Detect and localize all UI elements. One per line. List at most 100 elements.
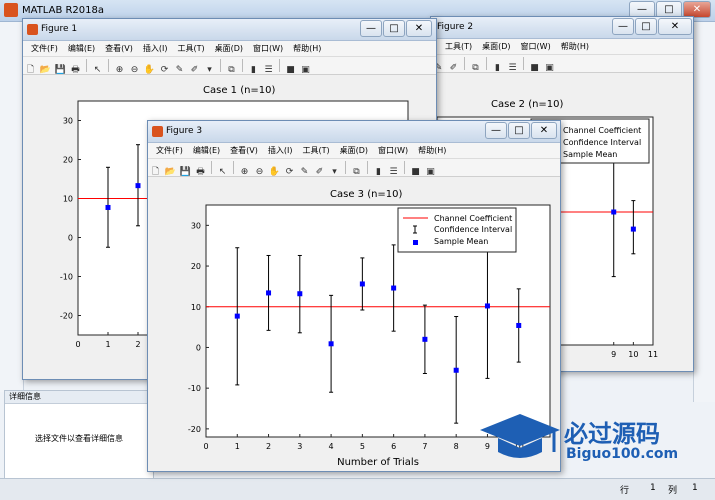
menu-item-3[interactable]: 插入(I) [263,143,298,158]
x-tick-label: 3 [297,442,302,451]
mean-marker [630,226,636,232]
mean-marker [422,336,428,342]
x-tick-label: 6 [391,442,396,451]
y-tick-label: -20 [188,425,201,434]
menu-item-6[interactable]: 窗口(W) [373,143,413,158]
figure-3-window-buttons: — □ ✕ [484,122,557,140]
mean-marker [234,313,240,319]
x-tick-label: 7 [422,442,427,451]
figure-2-legend-ci: Confidence Interval [563,138,641,147]
figure-2-window-title: Figure 2 [437,22,474,32]
figure-1-title-bar: Figure 1 — □ ✕ [23,19,436,41]
minimize-button[interactable]: — [485,122,507,139]
menu-item-0[interactable]: 文件(F) [23,41,63,56]
y-tick-label: -20 [60,312,73,321]
figure-icon [152,126,163,137]
mean-marker [135,183,141,189]
y-tick-label: 20 [63,156,73,165]
figure-3-menu-bar: 文件(F) 编辑(E) 查看(V) 插入(I) 工具(T) 桌面(D) 窗口(W) 帮助(H) [148,143,560,159]
menu-window[interactable]: 窗口(W) [516,39,556,54]
details-header: 详细信息 [5,391,153,404]
x-tick-label: 4 [329,442,334,451]
menu-item-2[interactable]: 查看(V) [100,41,138,56]
menu-item-5[interactable]: 桌面(D) [210,41,248,56]
figure-3-legend: Channel Coefficient Confidence Interval … [397,207,517,253]
mean-marker [328,341,334,347]
toolbar-separator [211,161,212,174]
legend-channel: Channel Coefficient [434,214,512,223]
close-button[interactable]: ✕ [406,20,432,37]
figure-1-toolbar: 🗋 📂 💾 🖶 ↖ ⊕ ⊖ ✋ ⟳ ✎ ✐ ▾ ⧉ ▮ ☰ ■ ▣ [23,57,436,75]
menu-tools[interactable]: 工具(T) [431,39,477,54]
menu-item-5[interactable]: 桌面(D) [335,143,373,158]
x-tick-label: 1 [235,442,240,451]
minimize-button[interactable]: — [360,20,382,37]
toolbar-separator [242,59,243,72]
menu-item-4[interactable]: 工具(T) [297,143,334,158]
status-bar: 行 1 列 1 [0,478,715,500]
y-tick-label: 20 [191,262,201,271]
watermark-logo: 必过源码 Biguo100.com [478,408,700,470]
x-tick-label: 10 [628,350,638,359]
figure-2-title-bar: Figure 2 — □ ✕ [431,17,693,39]
menu-help[interactable]: 帮助(H) [556,39,594,54]
menu-item-7[interactable]: 帮助(H) [288,41,326,56]
matlab-window-title: MATLAB R2018a [22,5,105,16]
legend-mean: Sample Mean [434,237,488,246]
figure-1-window-buttons: — □ ✕ [359,20,432,38]
close-button[interactable]: ✕ [531,122,557,139]
x-tick-label: 1 [105,340,110,349]
menu-desktop[interactable]: 桌面(D) [477,39,515,54]
figure-3-toolbar: 🗋 📂 💾 🖶 ↖ ⊕ ⊖ ✋ ⟳ ✎ ✐ ▾ ⧉ ▮ ☰ ■ ▣ [148,159,560,177]
x-tick-label: 2 [266,442,271,451]
y-tick-label: -10 [188,384,201,393]
menu-item-2[interactable]: 查看(V) [225,143,263,158]
maximize-button[interactable]: □ [383,20,405,37]
y-tick-label: 30 [63,117,73,126]
mean-marker [453,367,459,373]
figure-1-plot-title: Case 1 (n=10) [203,85,276,96]
menu-item-4[interactable]: 工具(T) [172,41,209,56]
figure-2-plot-title: Case 2 (n=10) [491,99,564,110]
minimize-button[interactable]: — [612,18,634,35]
y-tick-label: 30 [191,221,201,230]
mean-marker [484,303,490,309]
figure-2-legend-channel: Channel Coefficient [563,126,641,135]
y-tick-label: 0 [196,343,201,352]
y-tick-label: -10 [60,273,73,282]
legend-ci: Confidence Interval [434,225,512,234]
y-tick-label: 0 [68,234,73,243]
menu-item-3[interactable]: 插入(I) [138,41,173,56]
figure-3-plot-title: Case 3 (n=10) [330,189,403,200]
matlab-logo-icon [4,3,18,17]
toolbar-separator [86,59,87,72]
toolbar-separator [367,161,368,174]
menu-item-1[interactable]: 编辑(E) [188,143,225,158]
figure-1-window-title: Figure 1 [41,24,78,34]
figure-2-toolbar: ✎ ✐ ⧉ ▮ ☰ ■ ▣ [431,55,693,73]
menu-item-1[interactable]: 编辑(E) [63,41,100,56]
maximize-button[interactable]: □ [508,122,530,139]
close-button[interactable]: ✕ [658,18,692,35]
menu-item-7[interactable]: 帮助(H) [413,143,451,158]
details-message: 选择文件以查看详细信息 [35,434,123,443]
legend-mean-swatch [413,240,418,245]
mean-marker [105,204,111,210]
mean-marker [611,209,617,215]
toolbar-separator [279,59,280,72]
details-panel: 详细信息 选择文件以查看详细信息 [4,390,154,486]
x-tick-label: 0 [75,340,80,349]
menu-item-0[interactable]: 文件(F) [148,143,188,158]
x-tick-label: 8 [454,442,459,451]
maximize-button[interactable]: □ [635,18,657,35]
x-tick-label: 2 [135,340,140,349]
status-col-label: 列 [668,486,678,496]
figure-1-menu-bar: 文件(F) 编辑(E) 查看(V) 插入(I) 工具(T) 桌面(D) 窗口(W) 帮助(H) [23,41,436,57]
x-tick-label: 9 [611,350,616,359]
figure-icon [27,24,38,35]
toolbar-separator [345,161,346,174]
x-tick-label: 0 [203,442,208,451]
mean-marker [391,285,397,291]
figure-3-title-bar: Figure 3 — □ ✕ [148,121,560,143]
menu-item-6[interactable]: 窗口(W) [248,41,288,56]
